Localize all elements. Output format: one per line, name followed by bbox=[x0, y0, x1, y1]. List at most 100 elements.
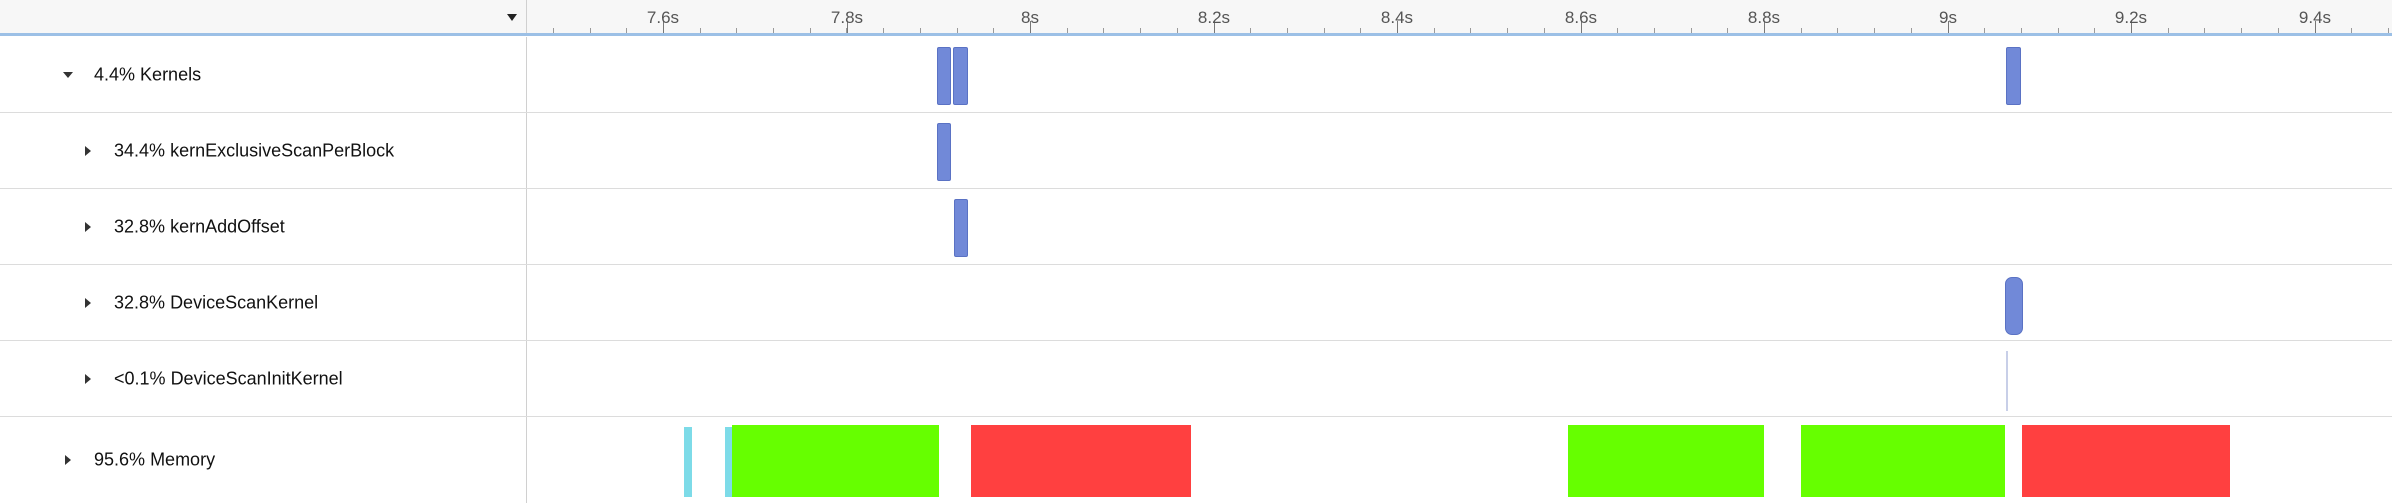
kernel-block[interactable] bbox=[937, 123, 951, 181]
row-name: Memory bbox=[150, 449, 216, 470]
ruler-minor-tick bbox=[2204, 28, 2205, 33]
row-device-scan: 32.8% DeviceScanKernel bbox=[0, 265, 2392, 341]
memory-transfer-block[interactable] bbox=[2022, 425, 2230, 497]
ruler-minor-tick bbox=[2168, 28, 2169, 33]
ruler-minor-tick bbox=[1434, 28, 1435, 33]
memory-transfer-block[interactable] bbox=[725, 427, 732, 497]
row-name: kernExclusiveScanPerBlock bbox=[170, 140, 395, 160]
ruler-tick-label: 8.4s bbox=[1380, 8, 1414, 27]
expand-toggle-device-scan-init[interactable] bbox=[82, 373, 94, 385]
memory-transfer-block[interactable] bbox=[1568, 425, 1764, 497]
ruler-minor-tick bbox=[993, 28, 994, 33]
ruler-minor-tick bbox=[883, 28, 884, 33]
track-device-scan[interactable] bbox=[528, 265, 2392, 340]
ruler-minor-tick bbox=[2351, 28, 2352, 33]
ruler-minor-tick bbox=[2388, 28, 2389, 33]
row-name: kernAddOffset bbox=[170, 216, 285, 236]
row-percent: 32.8% bbox=[114, 216, 166, 236]
track-kernels[interactable] bbox=[528, 37, 2392, 112]
memory-transfer-block[interactable] bbox=[971, 425, 1191, 497]
row-kernels: 4.4% Kernels bbox=[0, 37, 2392, 113]
row-title-add-offset[interactable]: 32.8% kernAddOffset bbox=[114, 216, 285, 237]
ruler-minor-tick bbox=[1324, 28, 1325, 33]
kernel-block[interactable] bbox=[2005, 277, 2023, 335]
options-dropdown-button[interactable] bbox=[504, 10, 520, 24]
track-device-scan-init[interactable] bbox=[528, 341, 2392, 416]
ruler-minor-tick bbox=[1837, 28, 1838, 33]
memory-transfer-block[interactable] bbox=[684, 427, 692, 497]
row-label-add-offset: 32.8% kernAddOffset bbox=[0, 189, 527, 264]
row-scan-per-block: 34.4% kernExclusiveScanPerBlock bbox=[0, 113, 2392, 189]
memory-transfer-block[interactable] bbox=[732, 425, 939, 497]
timeline-header: 7.6s 7.8s 8s 8.2s 8.4s 8.6s 8.8s 9s 9.2s 9.4s bbox=[0, 0, 2392, 36]
track-scan-per-block[interactable] bbox=[528, 113, 2392, 188]
row-percent: 34.4% bbox=[114, 140, 166, 160]
ruler-minor-tick bbox=[2094, 28, 2095, 33]
ruler-tick-label: 8s bbox=[1021, 8, 1039, 27]
ruler-minor-tick bbox=[1617, 28, 1618, 33]
expand-toggle-scan-per-block[interactable] bbox=[82, 145, 94, 157]
time-ruler[interactable]: 7.6s 7.8s 8s 8.2s 8.4s 8.6s 8.8s 9s 9.2s 9.4s bbox=[528, 0, 2392, 33]
memory-transfer-block[interactable] bbox=[1801, 425, 2005, 497]
ruler-tick-label: 8.8s bbox=[1747, 8, 1781, 27]
caret-right-icon bbox=[65, 455, 71, 465]
ruler-minor-tick bbox=[1654, 28, 1655, 33]
expand-toggle-add-offset[interactable] bbox=[82, 221, 94, 233]
row-memory: 95.6% Memory bbox=[0, 417, 2392, 503]
row-name: Kernels bbox=[140, 64, 202, 84]
ruler-minor-tick bbox=[920, 28, 921, 33]
row-percent: <0.1% bbox=[114, 368, 166, 388]
row-title-kernels[interactable]: 4.4% Kernels bbox=[94, 64, 201, 85]
ruler-minor-tick bbox=[1287, 28, 1288, 33]
ruler-minor-tick bbox=[2058, 28, 2059, 33]
ruler-minor-tick bbox=[2021, 28, 2022, 33]
kernel-block[interactable] bbox=[937, 47, 951, 105]
ruler-tick-label: 8.2s bbox=[1197, 8, 1231, 27]
ruler-tick-label: 8.6s bbox=[1564, 8, 1598, 27]
ruler-minor-tick bbox=[1360, 28, 1361, 33]
ruler-minor-tick bbox=[736, 28, 737, 33]
row-name: DeviceScanKernel bbox=[170, 292, 319, 312]
row-percent: 4.4% bbox=[94, 64, 136, 84]
ruler-tick-label: 7.8s bbox=[830, 8, 864, 27]
ruler-minor-tick bbox=[1140, 28, 1141, 33]
kernel-block[interactable] bbox=[2006, 351, 2008, 411]
row-name: DeviceScanInitKernel bbox=[170, 368, 343, 388]
ruler-minor-tick bbox=[1984, 28, 1985, 33]
ruler-minor-tick bbox=[626, 28, 627, 33]
ruler-minor-tick bbox=[1103, 28, 1104, 33]
ruler-minor-tick bbox=[2278, 28, 2279, 33]
caret-right-icon bbox=[85, 145, 91, 156]
ruler-minor-tick bbox=[2241, 28, 2242, 33]
row-device-scan-init: <0.1% DeviceScanInitKernel bbox=[0, 341, 2392, 417]
row-title-device-scan-init[interactable]: <0.1% DeviceScanInitKernel bbox=[114, 368, 343, 389]
row-label-memory: 95.6% Memory bbox=[0, 417, 527, 503]
expand-toggle-device-scan[interactable] bbox=[82, 297, 94, 309]
row-label-device-scan-init: <0.1% DeviceScanInitKernel bbox=[0, 341, 527, 416]
row-title-memory[interactable]: 95.6% Memory bbox=[94, 450, 215, 471]
ruler-minor-tick bbox=[810, 28, 811, 33]
track-memory[interactable] bbox=[528, 417, 2392, 503]
ruler-minor-tick bbox=[773, 28, 774, 33]
ruler-minor-tick bbox=[1801, 28, 1802, 33]
expand-toggle-memory[interactable] bbox=[62, 454, 74, 466]
ruler-minor-tick bbox=[1250, 28, 1251, 33]
caret-right-icon bbox=[85, 297, 91, 308]
kernel-block[interactable] bbox=[2006, 47, 2021, 105]
kernel-block[interactable] bbox=[953, 47, 968, 105]
row-title-scan-per-block[interactable]: 34.4% kernExclusiveScanPerBlock bbox=[114, 140, 394, 161]
chevron-down-icon bbox=[507, 13, 517, 21]
ruler-minor-tick bbox=[1727, 28, 1728, 33]
row-percent: 95.6% bbox=[94, 449, 146, 470]
ruler-minor-tick bbox=[1177, 28, 1178, 33]
ruler-minor-tick bbox=[957, 28, 958, 33]
kernel-block[interactable] bbox=[954, 199, 968, 257]
ruler-minor-tick bbox=[1691, 28, 1692, 33]
ruler-tick-label: 9s bbox=[1939, 8, 1957, 27]
track-add-offset[interactable] bbox=[528, 189, 2392, 264]
ruler-minor-tick bbox=[1507, 28, 1508, 33]
row-percent: 32.8% bbox=[114, 292, 166, 312]
ruler-minor-tick bbox=[1067, 28, 1068, 33]
row-title-device-scan[interactable]: 32.8% DeviceScanKernel bbox=[114, 292, 318, 313]
expand-toggle-kernels[interactable] bbox=[62, 69, 74, 81]
